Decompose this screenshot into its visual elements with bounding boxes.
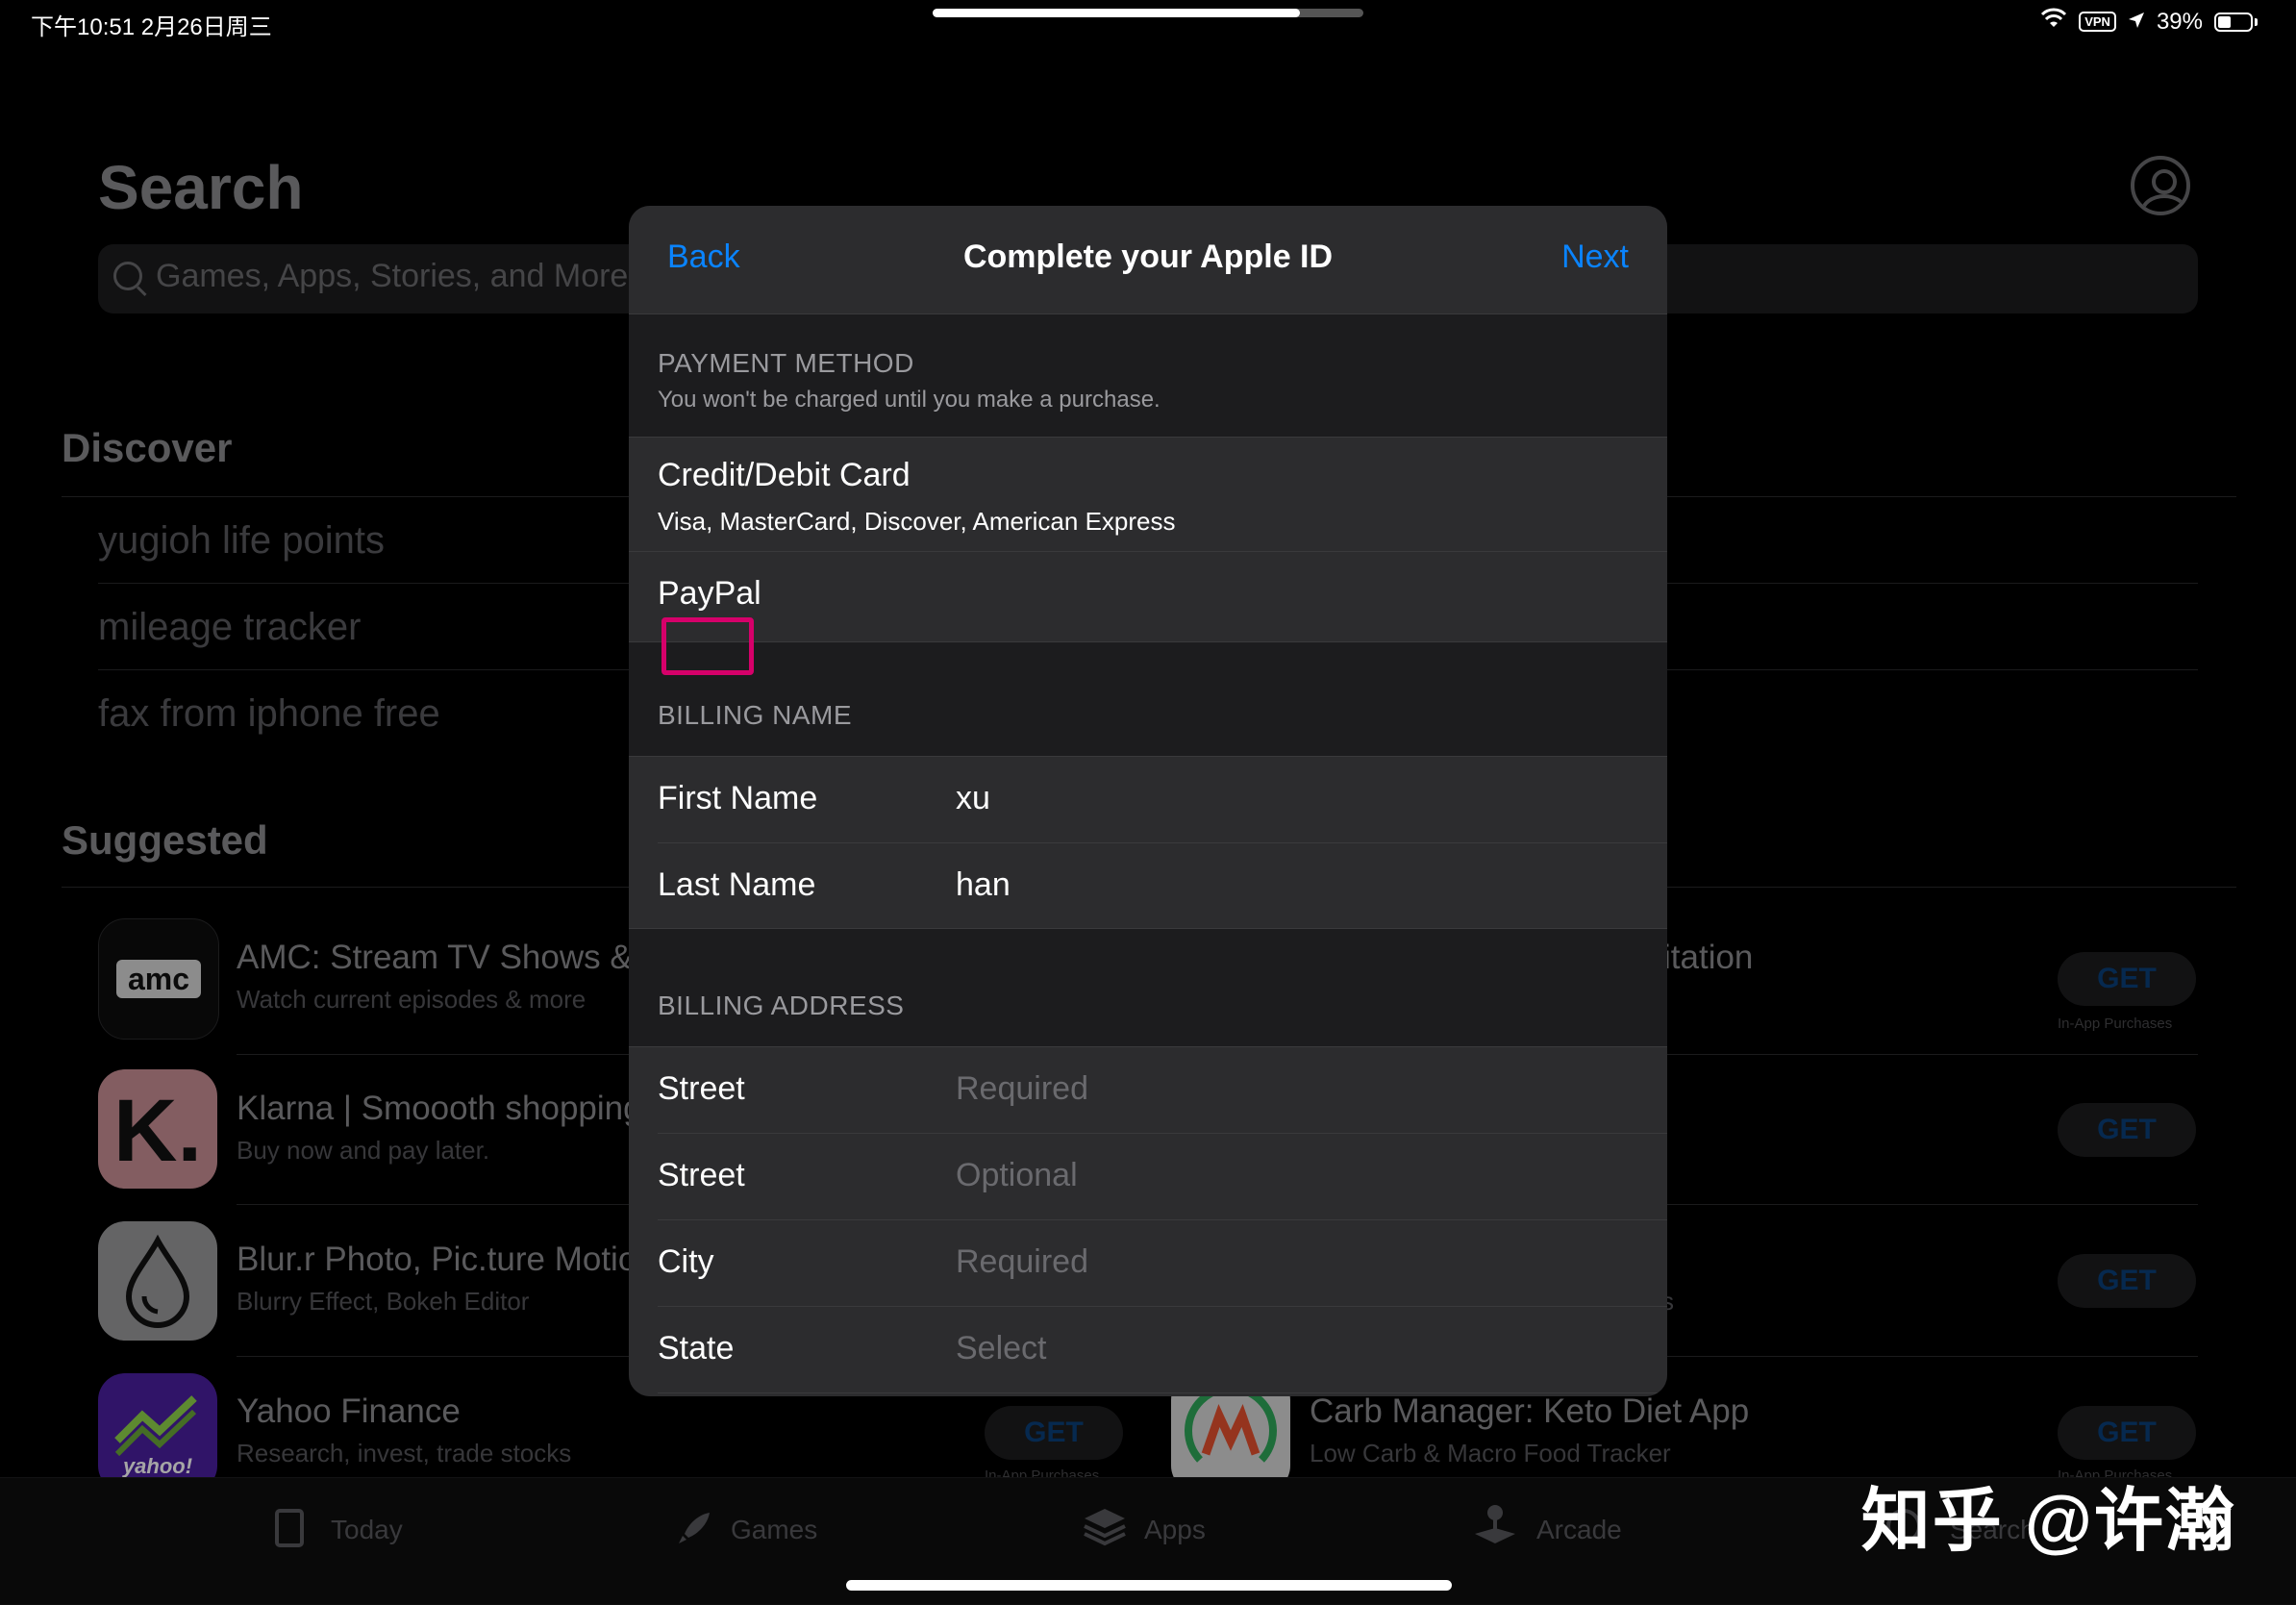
last-name-field[interactable]: han bbox=[956, 866, 1011, 904]
divider bbox=[658, 1219, 1667, 1220]
payment-option-card[interactable]: Credit/Debit Card Visa, MasterCard, Disc… bbox=[629, 438, 1667, 551]
billing-address-label: BILLING ADDRESS bbox=[658, 991, 905, 1020]
payment-option-paypal[interactable]: PayPal bbox=[629, 552, 1667, 640]
street-field[interactable]: Required bbox=[956, 1070, 1088, 1108]
divider bbox=[658, 842, 1667, 843]
payment-method-label: PAYMENT METHOD bbox=[658, 348, 914, 378]
state-label: State bbox=[658, 1330, 735, 1367]
first-name-label: First Name bbox=[658, 780, 818, 816]
nav-bar: Complete your Apple ID Back Next bbox=[629, 206, 1667, 314]
home-indicator[interactable] bbox=[846, 1580, 1452, 1591]
street-2-field[interactable]: Optional bbox=[956, 1157, 1078, 1194]
billing-address-fields: Street Required Street Optional City Req… bbox=[629, 1046, 1667, 1396]
divider bbox=[658, 1306, 1667, 1307]
divider bbox=[658, 1133, 1667, 1134]
next-button[interactable]: Next bbox=[1561, 238, 1629, 276]
payment-option-subtitle: Visa, MasterCard, Discover, American Exp… bbox=[658, 507, 1176, 536]
city-field[interactable]: Required bbox=[956, 1243, 1088, 1281]
payment-option-title: PayPal bbox=[658, 575, 761, 612]
back-button[interactable]: Back bbox=[667, 238, 740, 276]
divider bbox=[658, 1392, 1667, 1393]
street-2-label: Street bbox=[658, 1157, 745, 1193]
watermark: 知乎 @许瀚 bbox=[1860, 1483, 2236, 1560]
payment-option-title: Credit/Debit Card bbox=[658, 457, 911, 493]
payment-method-desc: You won't be charged until you make a pu… bbox=[658, 387, 1160, 413]
state-select[interactable]: Select bbox=[956, 1330, 1047, 1367]
highlight-annotation bbox=[661, 617, 754, 675]
billing-name-fields: First Name xu Last Name han bbox=[629, 756, 1667, 929]
complete-apple-id-sheet: Complete your Apple ID Back Next PAYMENT… bbox=[629, 206, 1667, 1396]
city-label: City bbox=[658, 1243, 714, 1280]
payment-options: Credit/Debit Card Visa, MasterCard, Disc… bbox=[629, 437, 1667, 642]
street-label: Street bbox=[658, 1070, 745, 1107]
sheet-title: Complete your Apple ID bbox=[962, 238, 1334, 275]
first-name-field[interactable]: xu bbox=[956, 780, 990, 817]
last-name-label: Last Name bbox=[658, 866, 816, 903]
billing-name-label: BILLING NAME bbox=[658, 700, 853, 730]
